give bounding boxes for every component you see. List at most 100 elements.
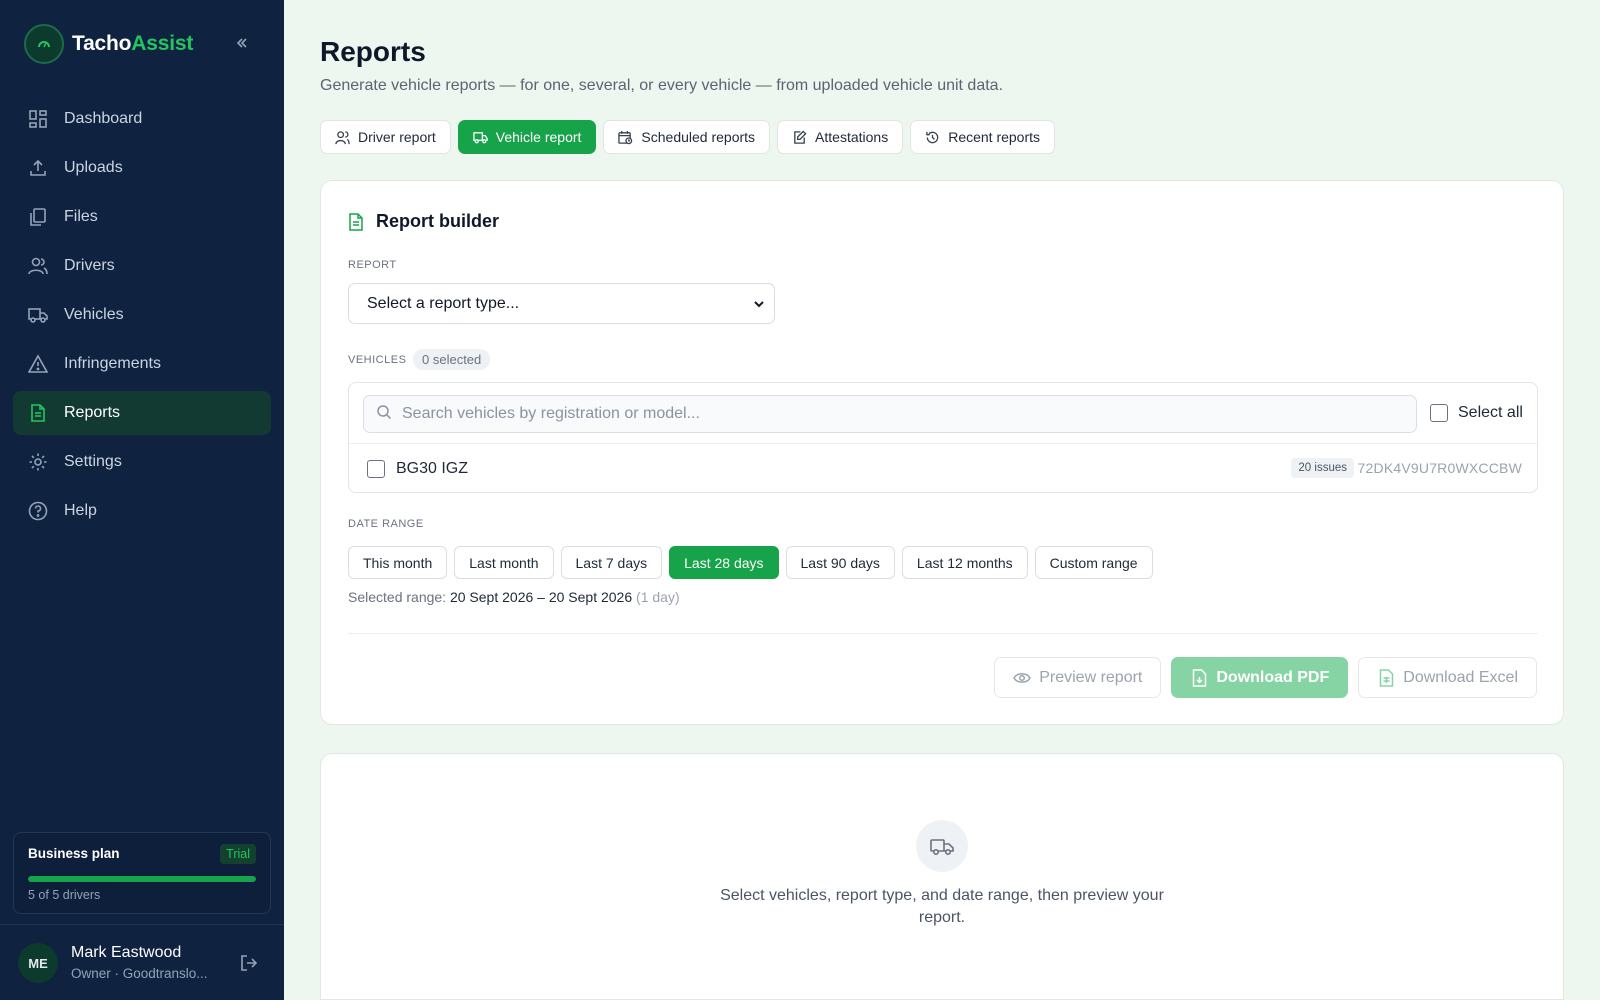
chevron-down-icon [752, 297, 766, 316]
date-range-label: DATE RANGE [348, 518, 424, 530]
range-last-month-button[interactable]: Last month [454, 546, 554, 579]
selected-count-badge: 0 selected [413, 349, 491, 370]
empty-state-text: Select vehicles, report type, and date r… [720, 887, 1164, 926]
calendar-clock-icon [618, 129, 634, 145]
brand[interactable]: TachoAssist [24, 24, 193, 64]
tab-attestations[interactable]: Attestations [777, 120, 904, 154]
truck-icon [473, 129, 489, 145]
main-content: Reports Generate vehicle reports — for o… [284, 0, 1600, 1000]
sidebar: TachoAssist Dashboard Uploads Files Driv… [0, 0, 284, 1000]
document-icon [348, 212, 366, 232]
search-icon [376, 404, 392, 425]
truck-icon [916, 820, 968, 872]
tab-scheduled-reports[interactable]: Scheduled reports [603, 120, 771, 154]
logout-icon[interactable] [238, 952, 260, 974]
report-preview-card: Select vehicles, report type, and date r… [320, 753, 1564, 1000]
report-builder-title-text: Report builder [376, 211, 500, 231]
plan-card[interactable]: Business plan Trial 5 of 5 drivers [13, 832, 271, 914]
issues-badge: 20 issues [1291, 458, 1354, 478]
sidebar-item-drivers[interactable]: Drivers [13, 244, 271, 288]
report-actions: Preview report Download PDF Download Exc… [984, 657, 1537, 698]
list-item[interactable]: BG30 IGZ 20 issues 72DK4V9U7R0WXCCBW [367, 458, 1522, 479]
grid-icon [27, 108, 49, 130]
files-icon [27, 206, 49, 228]
sidebar-item-label: Drivers [64, 257, 115, 274]
select-all-label: Select all [1458, 404, 1523, 421]
users-icon [27, 255, 49, 277]
user-name: Mark Eastwood [71, 944, 182, 961]
warning-icon [27, 353, 49, 375]
gear-icon [27, 451, 49, 473]
upload-icon [27, 157, 49, 179]
vehicle-vin: 72DK4V9U7R0WXCCBW [1357, 460, 1522, 476]
sidebar-item-reports[interactable]: Reports [13, 391, 271, 435]
plan-usage-bar [28, 876, 256, 882]
sidebar-item-label: Infringements [64, 355, 161, 372]
download-excel-button[interactable]: Download Excel [1358, 657, 1537, 698]
plan-badge: Trial [220, 844, 256, 864]
range-last-12-months-button[interactable]: Last 12 months [901, 546, 1028, 579]
preview-report-button[interactable]: Preview report [994, 657, 1162, 698]
report-builder-title: Report builder [348, 211, 499, 232]
tab-label: Driver report [358, 129, 436, 145]
range-last-90-days-button[interactable]: Last 90 days [785, 546, 895, 579]
sidebar-item-settings[interactable]: Settings [13, 440, 271, 484]
vehicle-checkbox[interactable] [367, 460, 385, 478]
edit-icon [792, 129, 808, 145]
sidebar-item-vehicles[interactable]: Vehicles [13, 293, 271, 337]
tab-label: Attestations [815, 129, 889, 145]
sidebar-item-help[interactable]: Help [13, 489, 271, 533]
sidebar-item-files[interactable]: Files [13, 195, 271, 239]
user-role: Owner · Goodtranslo... [71, 966, 208, 981]
file-download-icon [1190, 668, 1208, 687]
date-range-options: This month Last month Last 7 days Last 2… [348, 546, 1160, 579]
range-last-28-days-button[interactable]: Last 28 days [669, 546, 779, 579]
plan-usage-text: 5 of 5 drivers [28, 888, 101, 902]
history-icon [925, 129, 941, 145]
brand-name-part2: Assist [131, 32, 194, 55]
report-label: REPORT [348, 259, 397, 271]
eye-icon [1013, 669, 1032, 687]
spreadsheet-icon [1377, 668, 1395, 687]
divider [0, 924, 284, 925]
report-type-select[interactable]: Select a report type... [348, 283, 775, 324]
range-last-7-days-button[interactable]: Last 7 days [560, 546, 663, 579]
sidebar-item-infringements[interactable]: Infringements [13, 342, 271, 386]
sidebar-item-label: Uploads [64, 159, 123, 176]
help-icon [27, 500, 49, 522]
select-all-checkbox[interactable] [1430, 404, 1448, 422]
select-all-toggle[interactable]: Select all [1430, 404, 1523, 422]
vehicle-search[interactable] [363, 395, 1417, 433]
download-pdf-button[interactable]: Download PDF [1171, 657, 1349, 698]
document-icon [27, 402, 49, 424]
range-this-month-button[interactable]: This month [348, 546, 448, 579]
download-excel-label: Download Excel [1403, 668, 1518, 686]
sidebar-item-dashboard[interactable]: Dashboard [13, 97, 271, 141]
preview-report-label: Preview report [1039, 668, 1143, 686]
range-custom-button[interactable]: Custom range [1034, 546, 1153, 579]
tab-label: Scheduled reports [641, 129, 756, 145]
sidebar-item-label: Reports [64, 404, 121, 421]
logo-gauge-icon [24, 24, 64, 64]
sidebar-item-label: Files [64, 208, 98, 225]
tab-vehicle-report[interactable]: Vehicle report [457, 120, 597, 154]
selected-range-value: 20 Sept 2026 – 20 Sept 2026 [449, 589, 633, 605]
search-input[interactable] [402, 405, 1402, 423]
divider [348, 633, 1538, 634]
tab-driver-report[interactable]: Driver report [320, 120, 451, 154]
selected-range-prefix: Selected range: [348, 589, 447, 605]
selected-range-text: Selected range: 20 Sept 2026 – 20 Sept 2… [348, 589, 680, 605]
report-type-select-value: Select a report type... [367, 294, 520, 312]
sidebar-item-uploads[interactable]: Uploads [13, 146, 271, 190]
collapse-sidebar-icon[interactable] [232, 33, 252, 53]
sidebar-item-label: Settings [64, 453, 122, 470]
page-subtitle: Generate vehicle reports — for one, seve… [320, 77, 1004, 94]
vehicles-picker: Select all BG30 IGZ 20 issues 72DK4V9U7R… [348, 382, 1538, 493]
divider [349, 443, 1537, 444]
tab-recent-reports[interactable]: Recent reports [910, 120, 1056, 154]
sidebar-item-label: Help [64, 502, 97, 519]
report-builder-card: Report builder REPORT Select a report ty… [320, 180, 1564, 725]
truck-icon [27, 304, 49, 326]
vehicles-label: VEHICLES [348, 354, 407, 366]
avatar[interactable]: ME [18, 943, 58, 983]
